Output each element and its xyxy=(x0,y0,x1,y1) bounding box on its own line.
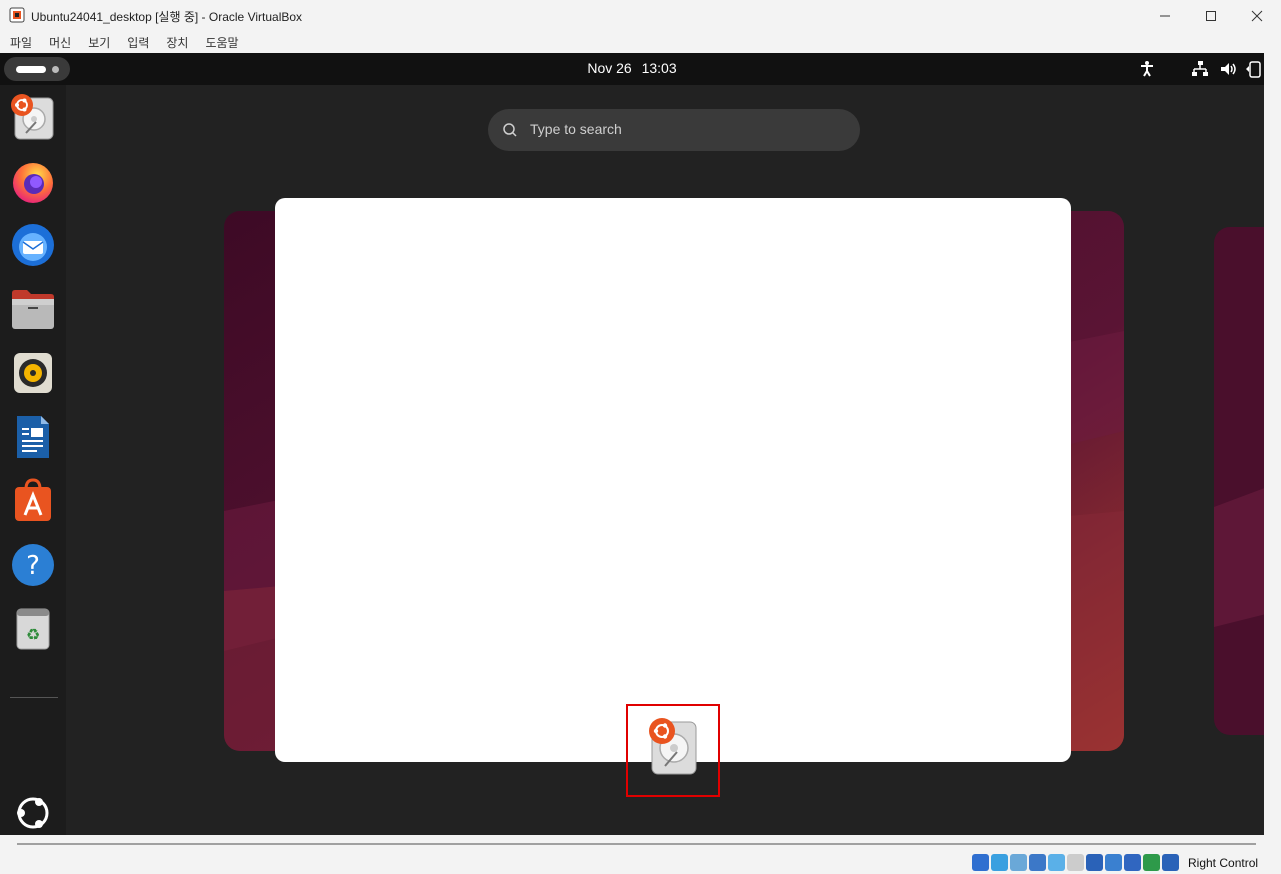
menu-machine[interactable]: 머신 xyxy=(49,34,71,51)
network-adapter-icon[interactable] xyxy=(1029,854,1046,871)
host-statusbar: Right Control xyxy=(0,835,1281,874)
minimize-icon xyxy=(1160,15,1170,16)
clock-time: 13:03 xyxy=(641,60,677,76)
accessibility-icon[interactable] xyxy=(1137,59,1157,79)
audio-icon[interactable] xyxy=(1010,854,1027,871)
workspace-thumbnail-next[interactable] xyxy=(1214,227,1264,735)
dock: ? ♻ xyxy=(0,85,66,835)
firefox-icon[interactable] xyxy=(9,157,57,205)
minimize-button[interactable] xyxy=(1142,0,1188,31)
host-key-label: Right Control xyxy=(1188,856,1259,870)
rhythmbox-icon[interactable] xyxy=(9,349,57,397)
host-vertical-scrollbar[interactable] xyxy=(1264,53,1281,835)
menu-help[interactable]: 도움말 xyxy=(205,34,238,51)
window-title: Ubuntu24041_desktop [실행 중] - Oracle Virt… xyxy=(31,10,303,24)
search-bar[interactable]: Type to search xyxy=(488,109,860,151)
svg-text:♻: ♻ xyxy=(26,625,40,644)
maximize-icon xyxy=(1206,10,1216,21)
guest-screen: Nov 26 13:03 Type to search ? ♻ xyxy=(0,53,1264,835)
hdd-icon[interactable] xyxy=(972,854,989,871)
virtualbox-icon xyxy=(9,7,25,23)
dock-separator xyxy=(10,697,58,698)
maximize-button[interactable] xyxy=(1188,0,1234,31)
menu-view[interactable]: 보기 xyxy=(88,34,110,51)
show-apps-icon[interactable] xyxy=(13,793,53,833)
cpu-icon[interactable] xyxy=(1124,854,1141,871)
host-menubar: 파일 머신 보기 입력 장치 도움말 xyxy=(0,31,1281,53)
files-icon[interactable] xyxy=(9,285,57,333)
clock[interactable]: Nov 26 13:03 xyxy=(0,60,1264,76)
clock-date: Nov 26 xyxy=(587,60,632,76)
window-preview[interactable] xyxy=(275,198,1071,762)
display-icon[interactable] xyxy=(1086,854,1103,871)
usb-icon[interactable] xyxy=(1048,854,1065,871)
optical-drive-icon[interactable] xyxy=(991,854,1008,871)
menu-input[interactable]: 입력 xyxy=(127,34,149,51)
search-icon xyxy=(503,123,517,137)
menu-devices[interactable]: 장치 xyxy=(166,34,188,51)
thunderbird-icon[interactable] xyxy=(9,221,57,269)
help-icon[interactable]: ? xyxy=(9,541,57,589)
search-placeholder: Type to search xyxy=(530,121,622,137)
status-icons xyxy=(972,854,1179,871)
volume-icon[interactable] xyxy=(1218,59,1238,79)
disk-utility-icon[interactable] xyxy=(9,93,57,141)
top-panel: Nov 26 13:03 xyxy=(0,53,1264,85)
trash-icon[interactable]: ♻ xyxy=(9,605,57,653)
network-icon[interactable] xyxy=(1190,59,1210,79)
shared-folder-icon[interactable] xyxy=(1067,854,1084,871)
close-icon xyxy=(1251,10,1263,21)
svg-text:?: ? xyxy=(26,551,40,581)
workspace-wallpaper-next xyxy=(1214,227,1264,735)
libreoffice-writer-icon[interactable] xyxy=(9,413,57,461)
guest-additions-icon[interactable] xyxy=(1143,854,1160,871)
battery-icon[interactable] xyxy=(1244,59,1264,79)
recording-icon[interactable] xyxy=(1105,854,1122,871)
mouse-integration-icon[interactable] xyxy=(1162,854,1179,871)
highlight-box xyxy=(626,704,720,797)
app-center-icon[interactable] xyxy=(9,477,57,525)
menu-file[interactable]: 파일 xyxy=(10,34,32,51)
close-button[interactable] xyxy=(1234,0,1280,31)
host-titlebar: Ubuntu24041_desktop [실행 중] - Oracle Virt… xyxy=(0,0,1281,31)
host-horizontal-scrollbar[interactable] xyxy=(17,843,1256,845)
